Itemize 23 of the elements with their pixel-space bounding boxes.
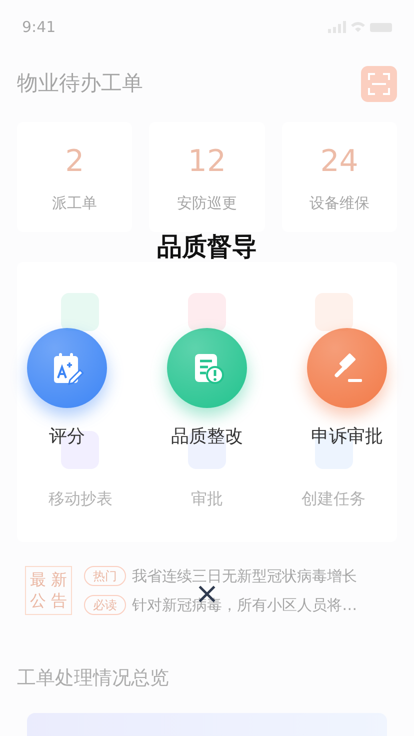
- notice-tag: 必读: [84, 594, 126, 615]
- stat-value: 24: [320, 143, 358, 182]
- stat-label: 安防巡更: [176, 193, 237, 214]
- notice-text[interactable]: 我省连续三日无新型冠状病毒增长: [132, 565, 358, 588]
- stat-label: 设备维保: [309, 193, 370, 214]
- notice-badge: 最 新 公 告: [25, 566, 72, 616]
- notice-tag: 热门: [84, 566, 126, 586]
- action-button[interactable]: 品质整改: [152, 328, 262, 450]
- stat-value: 12: [188, 143, 226, 182]
- stat-value: 2: [65, 143, 84, 182]
- action-button[interactable]: 评分: [12, 328, 122, 450]
- section-title: 工单处理情况总览: [17, 666, 170, 691]
- action-button[interactable]: 申诉审批: [292, 328, 402, 450]
- page-title: 物业待办工单: [17, 70, 143, 98]
- signal-icon: [328, 21, 346, 33]
- shortcut-label[interactable]: 移动抄表: [48, 487, 112, 511]
- stat-label: 派工单: [52, 193, 98, 214]
- battery-icon: [370, 22, 392, 32]
- shortcut-label[interactable]: 审批: [190, 487, 223, 511]
- modal-title: 品质督导: [157, 231, 257, 263]
- shortcut-label[interactable]: 创建任务: [302, 487, 366, 511]
- wifi-icon: [350, 21, 366, 33]
- time-text: 9:41: [22, 16, 56, 38]
